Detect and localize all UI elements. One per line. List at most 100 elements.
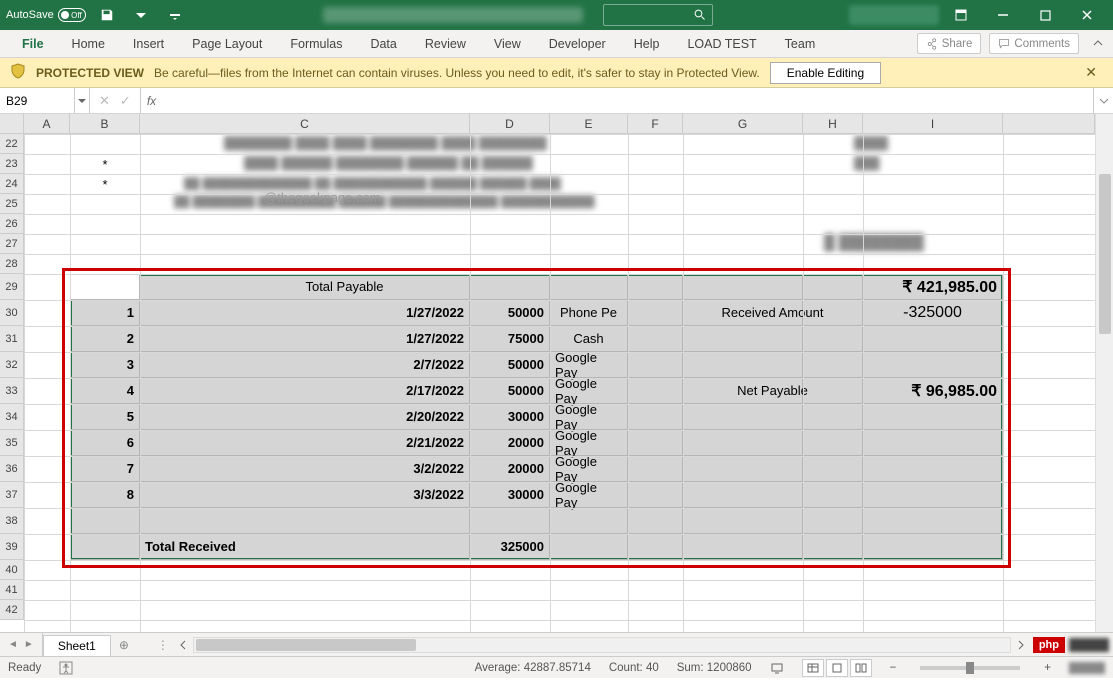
cell[interactable]: 75000	[470, 326, 550, 352]
row-header-35[interactable]: 35	[0, 430, 24, 456]
cell[interactable]: Phone Pe	[550, 300, 628, 326]
row-header-33[interactable]: 33	[0, 378, 24, 404]
tab-team[interactable]: Team	[771, 30, 830, 57]
row-header-32[interactable]: 32	[0, 352, 24, 378]
cancel-formula-icon[interactable]: ✕	[96, 93, 113, 109]
cell[interactable]: 3	[70, 352, 140, 378]
cell[interactable]: 50000	[470, 378, 550, 404]
cell[interactable]: 3/2/2022	[140, 456, 470, 482]
cell[interactable]: 1/27/2022	[140, 300, 470, 326]
column-header-I[interactable]: I	[863, 114, 1003, 133]
cell[interactable]: *	[70, 154, 140, 174]
ribbon-display-options-icon[interactable]	[941, 0, 981, 30]
close-protected-bar-icon[interactable]: ✕	[1079, 64, 1103, 81]
column-header-A[interactable]: A	[24, 114, 70, 133]
cell[interactable]: 2/21/2022	[140, 430, 470, 456]
account-name-blurred[interactable]	[849, 5, 939, 25]
cell[interactable]: Total Payable	[140, 274, 550, 300]
accessibility-icon[interactable]	[59, 661, 73, 675]
zoom-slider[interactable]	[920, 666, 1020, 670]
zoom-in-icon[interactable]: +	[1044, 662, 1051, 674]
cell[interactable]: 1	[70, 300, 140, 326]
enable-editing-button[interactable]: Enable Editing	[770, 62, 881, 84]
vertical-scroll-thumb[interactable]	[1099, 174, 1111, 334]
close-button[interactable]	[1067, 0, 1107, 30]
cell[interactable]: 30000	[470, 482, 550, 508]
formula-input[interactable]	[162, 88, 1093, 113]
cell[interactable]: 8	[70, 482, 140, 508]
column-header-D[interactable]: D	[470, 114, 550, 133]
row-header-29[interactable]: 29	[0, 274, 24, 300]
autosave-switch[interactable]: Off	[58, 8, 86, 22]
cell[interactable]: 20000	[470, 430, 550, 456]
cell[interactable]: Google Pay	[550, 404, 628, 430]
cell[interactable]: *	[70, 174, 140, 194]
cell[interactable]: 30000	[470, 404, 550, 430]
row-header-24[interactable]: 24	[0, 174, 24, 194]
view-normal-icon[interactable]	[802, 659, 824, 677]
cell[interactable]: 2/7/2022	[140, 352, 470, 378]
spreadsheet-grid[interactable]: ABCDEFGHI 222324252627282930313233343536…	[0, 114, 1113, 632]
tab-help[interactable]: Help	[620, 30, 674, 57]
cell[interactable]: Google Pay	[550, 456, 628, 482]
comments-button[interactable]: Comments	[989, 33, 1079, 54]
row-header-22[interactable]: 22	[0, 134, 24, 154]
cell[interactable]: 6	[70, 430, 140, 456]
column-header-E[interactable]: E	[550, 114, 628, 133]
cell[interactable]: Total Received	[140, 534, 470, 560]
row-header-41[interactable]: 41	[0, 580, 24, 600]
cell[interactable]: Google Pay	[550, 378, 628, 404]
tab-load-test[interactable]: LOAD TEST	[673, 30, 770, 57]
tab-review[interactable]: Review	[411, 30, 480, 57]
cell[interactable]: 50000	[470, 300, 550, 326]
row-header-31[interactable]: 31	[0, 326, 24, 352]
row-header-27[interactable]: 27	[0, 234, 24, 254]
tab-insert[interactable]: Insert	[119, 30, 178, 57]
tab-view[interactable]: View	[480, 30, 535, 57]
row-header-30[interactable]: 30	[0, 300, 24, 326]
horizontal-scroll-thumb[interactable]	[196, 639, 416, 651]
collapse-ribbon-icon[interactable]	[1083, 30, 1113, 57]
cell[interactable]: 325000	[470, 534, 550, 560]
cell[interactable]: Google Pay	[550, 352, 628, 378]
column-header-B[interactable]: B	[70, 114, 140, 133]
cell[interactable]: Google Pay	[550, 430, 628, 456]
row-header-38[interactable]: 38	[0, 508, 24, 534]
cell[interactable]: 20000	[470, 456, 550, 482]
minimize-button[interactable]	[983, 0, 1023, 30]
cell[interactable]: Cash	[550, 326, 628, 352]
select-all-corner[interactable]	[0, 114, 24, 134]
cell[interactable]: 1/27/2022	[140, 326, 470, 352]
row-header-25[interactable]: 25	[0, 194, 24, 214]
row-header-23[interactable]: 23	[0, 154, 24, 174]
cell[interactable]: Received Amount	[683, 300, 863, 326]
column-header-H[interactable]: H	[803, 114, 863, 133]
cell[interactable]: 4	[70, 378, 140, 404]
cell[interactable]: 3/3/2022	[140, 482, 470, 508]
row-header-39[interactable]: 39	[0, 534, 24, 560]
row-headers[interactable]: 2223242526272829303132333435363738394041…	[0, 134, 24, 632]
column-headers[interactable]: ABCDEFGHI	[24, 114, 1095, 134]
cell[interactable]: 2	[70, 326, 140, 352]
tab-page-layout[interactable]: Page Layout	[178, 30, 276, 57]
view-page-break-icon[interactable]	[850, 659, 872, 677]
cell[interactable]: Google Pay	[550, 482, 628, 508]
cell[interactable]: ₹ 421,985.00	[863, 274, 1003, 300]
zoom-thumb[interactable]	[966, 662, 974, 674]
autosave-toggle[interactable]: AutoSave Off	[6, 8, 86, 22]
cell[interactable]: 50000	[470, 352, 550, 378]
cell[interactable]: 5	[70, 404, 140, 430]
sheet-nav-next-icon[interactable]: ►	[22, 639, 36, 650]
tab-developer[interactable]: Developer	[535, 30, 620, 57]
zoom-out-icon[interactable]: −	[890, 662, 897, 674]
name-box-dropdown-icon[interactable]	[75, 88, 90, 113]
vertical-scrollbar[interactable]	[1095, 114, 1113, 632]
column-header-G[interactable]: G	[683, 114, 803, 133]
row-header-34[interactable]: 34	[0, 404, 24, 430]
tab-home[interactable]: Home	[58, 30, 119, 57]
hscroll-left-icon[interactable]	[179, 640, 187, 650]
cell[interactable]: 7	[70, 456, 140, 482]
expand-formula-bar-icon[interactable]	[1093, 88, 1113, 113]
cell-area[interactable]: ████████ ████ ████ ████████ ████ ███████…	[24, 134, 1095, 632]
new-sheet-button[interactable]: ⊕	[111, 633, 137, 656]
